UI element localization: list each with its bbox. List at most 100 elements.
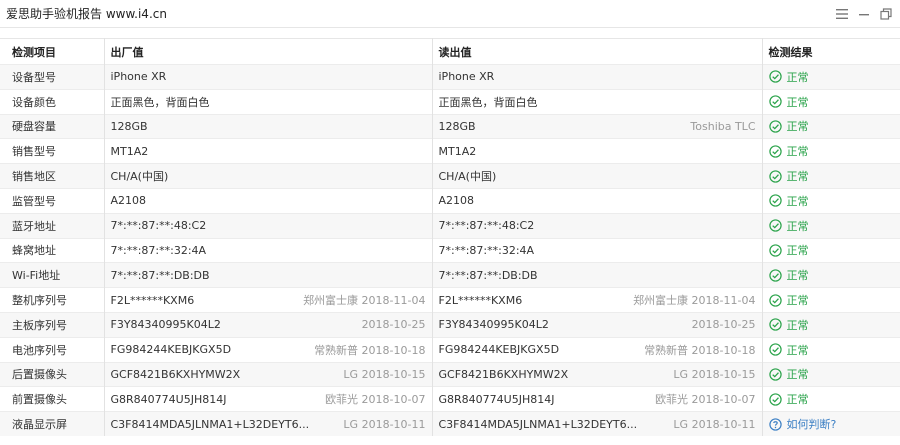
result-status: 正常 (768, 118, 895, 134)
result-cell: 正常 (761, 311, 900, 338)
result-cell: 正常 (761, 113, 900, 139)
result-cell: 正常 (761, 212, 900, 239)
header-read-value: 读出值 (431, 38, 762, 65)
read-value: C3F8414MDA5JLNMA1+L32DEYT6... (438, 417, 638, 431)
read-value-cell: C3F8414MDA5JLNMA1+L32DEYT6... LG 2018-10-… (431, 411, 762, 437)
result-label: 如何判断? (786, 418, 837, 432)
table-header-row: 检测项目 出厂值 读出值 检测结果 (0, 38, 900, 65)
item-label: 液晶显示屏 (12, 418, 67, 432)
read-value: F3Y84340995K04L2 (438, 318, 549, 332)
item-label: 监管型号 (12, 194, 56, 208)
read-note: 常熟新普 2018-10-18 (644, 343, 756, 357)
result-cell: 正常 (761, 187, 900, 214)
result-label: 正常 (786, 393, 809, 407)
check-circle-icon (768, 293, 782, 307)
factory-note: LG 2018-10-11 (343, 417, 426, 431)
factory-note: 常熟新普 2018-10-18 (314, 343, 426, 357)
check-circle-icon (768, 343, 782, 356)
factory-value: 7*:**:87:**:48:C2 (110, 219, 207, 233)
read-value: G8R840774U5JH814J (438, 392, 555, 406)
result-status: 正常 (768, 267, 895, 283)
read-value: MT1A2 (438, 144, 477, 158)
factory-value-cell: 正面黑色，背面白色 (103, 88, 432, 115)
read-value: A2108 (438, 194, 475, 208)
item-cell: 监管型号 (0, 187, 104, 214)
table-row: 电池序列号 FG984244KEBJKGX5D 常熟新普 2018-10-18 FG9… (0, 336, 900, 363)
table-row: 前置摄像头 G8R840774U5JH814J 欧菲光 2018-10-07 G8R8… (0, 386, 900, 412)
item-label: 后置摄像头 (12, 368, 67, 382)
check-circle-icon (768, 269, 782, 282)
factory-value-cell: MT1A2 (103, 138, 432, 164)
result-cell[interactable]: 如何判断? (761, 411, 900, 437)
result-status: 正常 (768, 242, 895, 258)
factory-value: F3Y84340995K04L2 (110, 318, 221, 332)
result-label: 正常 (786, 120, 809, 134)
item-cell: 设备颜色 (0, 88, 104, 115)
read-value-cell: 正面黑色，背面白色 (431, 88, 762, 115)
factory-value: 128GB (110, 119, 148, 133)
check-circle-icon (768, 393, 782, 406)
table-row: Wi-Fi地址 7*:**:87:**:DB:DB 7*:**:87:**:DB:D… (0, 262, 900, 288)
item-label: 主板序列号 (12, 318, 67, 332)
factory-value-cell: 7*:**:87:**:DB:DB (103, 262, 432, 288)
menu-icon[interactable] (836, 8, 848, 20)
item-cell: 整机序列号 (0, 287, 104, 313)
item-cell: 设备型号 (0, 64, 104, 90)
factory-value-cell: F2L******KXM6 郑州富士康 2018-11-04 (103, 287, 432, 313)
window-title: 爱思助手验机报告 www.i4.cn (6, 7, 167, 21)
result-cell: 正常 (761, 237, 900, 263)
result-status: 正常 (768, 143, 895, 159)
factory-note: 郑州富士康 2018-11-04 (303, 294, 426, 308)
read-value: iPhone XR (438, 70, 495, 84)
factory-value-cell: 7*:**:87:**:48:C2 (103, 212, 432, 239)
result-label: 正常 (786, 294, 809, 308)
report-table-container: 检测项目 出厂值 读出值 检测结果 设备型号 iPhone XR iPhone XR… (0, 38, 900, 437)
item-cell: 液晶显示屏 (0, 411, 104, 437)
read-value: 128GB (438, 119, 476, 133)
factory-value: G8R840774U5JH814J (110, 392, 227, 406)
result-status: 正常 (768, 168, 895, 184)
read-note: LG 2018-10-15 (673, 367, 756, 381)
result-status: 正常 (768, 292, 895, 308)
item-cell: 后置摄像头 (0, 361, 104, 387)
read-value-cell: FG984244KEBJKGX5D 常熟新普 2018-10-18 (431, 336, 762, 363)
item-cell: 电池序列号 (0, 336, 104, 363)
factory-value-cell: iPhone XR (103, 64, 432, 90)
item-label: 设备颜色 (12, 95, 56, 109)
result-status: 正常 (768, 342, 895, 358)
item-label: 设备型号 (12, 70, 56, 84)
item-cell: 蓝牙地址 (0, 212, 104, 239)
result-cell: 正常 (761, 386, 900, 412)
factory-value: MT1A2 (110, 144, 149, 158)
factory-note: 2018-10-25 (361, 318, 426, 332)
restore-icon[interactable] (880, 7, 892, 20)
table-body: 设备型号 iPhone XR iPhone XR 正常 设备颜色 正面黑色，背面白色 正面黑… (0, 64, 900, 437)
read-value-cell: 128GB Toshiba TLC (431, 113, 762, 139)
read-note: 2018-10-25 (691, 318, 756, 332)
table-row: 监管型号 A2108 A2108 正常 (0, 187, 900, 214)
result-label: 正常 (786, 170, 809, 184)
read-value: FG984244KEBJKGX5D (438, 343, 560, 357)
factory-value: 7*:**:87:**:32:4A (110, 243, 207, 257)
item-cell: 前置摄像头 (0, 386, 104, 412)
table-row: 蓝牙地址 7*:**:87:**:48:C2 7*:**:87:**:48:C2 正常 (0, 212, 900, 239)
result-status: 正常 (768, 366, 895, 382)
factory-value: F2L******KXM6 (110, 293, 195, 307)
minimize-icon[interactable] (858, 8, 870, 20)
item-label: 销售型号 (12, 145, 56, 159)
factory-value-cell: 7*:**:87:**:32:4A (103, 237, 432, 263)
item-label: 蜂窝地址 (12, 244, 56, 258)
result-label: 正常 (786, 194, 809, 208)
result-label: 正常 (786, 95, 809, 109)
table-row: 销售型号 MT1A2 MT1A2 正常 (0, 138, 900, 164)
how-to-judge-link[interactable]: 如何判断? (768, 416, 895, 432)
result-cell: 正常 (761, 336, 900, 363)
report-table: 检测项目 出厂值 读出值 检测结果 设备型号 iPhone XR iPhone XR… (0, 38, 900, 437)
item-cell: 销售地区 (0, 163, 104, 189)
read-value-cell: 7*:**:87:**:32:4A (431, 237, 762, 263)
read-note: 郑州富士康 2018-11-04 (633, 294, 756, 308)
factory-note: LG 2018-10-15 (343, 367, 426, 381)
check-circle-icon (768, 169, 782, 183)
factory-value-cell: C3F8414MDA5JLNMA1+L32DEYT6... LG 2018-10-… (103, 411, 432, 437)
read-value: CH/A(中国) (438, 170, 497, 184)
